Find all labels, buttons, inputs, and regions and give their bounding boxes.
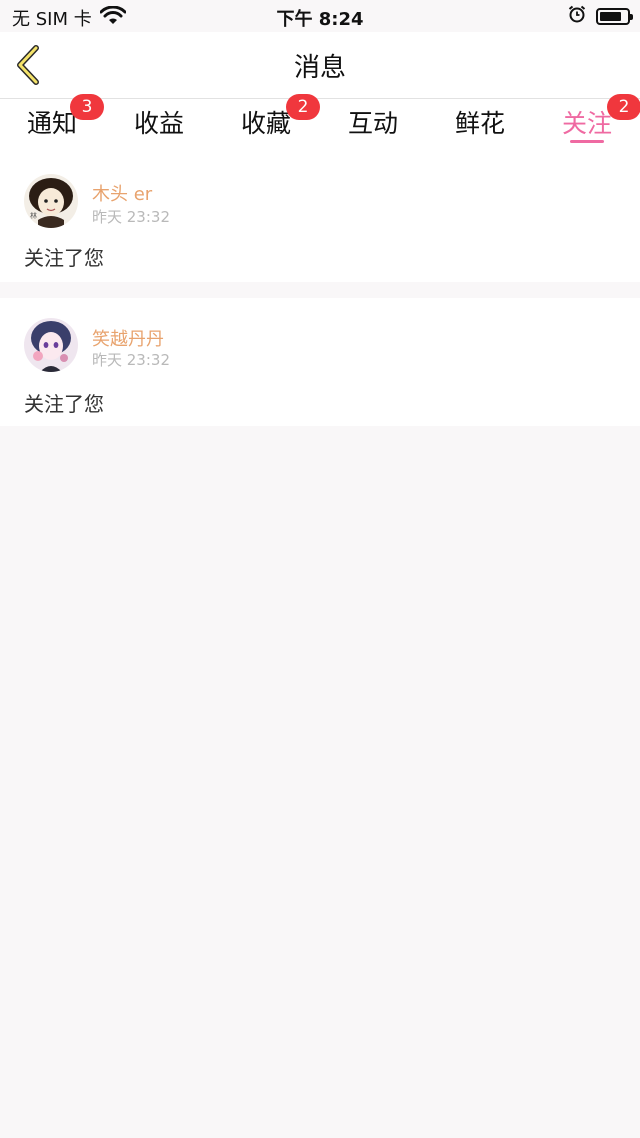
username[interactable]: 笑越丹丹 [92, 325, 164, 351]
tab-label: 收益 [133, 109, 184, 138]
tab-badge: 3 [70, 94, 104, 120]
battery-icon [596, 8, 633, 25]
page-title: 消息 [293, 53, 346, 83]
tab-interactions[interactable]: 互动 [333, 104, 413, 140]
username[interactable]: 木头 er [92, 180, 152, 206]
tab-label: 关注 [561, 109, 612, 138]
avatar[interactable] [24, 318, 78, 372]
status-bar: 无 SIM 卡 下午 8:24 [0, 0, 640, 32]
tab-badge: 2 [286, 94, 320, 120]
timestamp: 昨天 23:32 [92, 351, 170, 369]
tab-label: 收藏 [240, 109, 291, 138]
svg-text:林: 林 [30, 211, 37, 220]
list-item[interactable]: 笑越丹丹 昨天 23:32 关注了您 [0, 298, 640, 426]
status-right [568, 5, 633, 28]
list-item[interactable]: 林 木头 er 昨天 23:32 关注了您 [0, 152, 640, 282]
tab-flowers[interactable]: 鲜花 [440, 104, 520, 140]
active-tab-indicator [570, 140, 604, 143]
avatar[interactable]: 林 [24, 174, 78, 228]
tab-label: 鲜花 [454, 109, 505, 138]
tab-following[interactable]: 关注 2 [547, 94, 640, 140]
tab-bar: 通知 3 收益 收藏 2 互动 鲜花 关注 2 [0, 94, 640, 152]
tab-earnings[interactable]: 收益 [119, 104, 199, 140]
message-text: 关注了您 [24, 246, 104, 270]
tab-badge: 2 [607, 94, 640, 120]
status-time: 下午 8:24 [276, 9, 364, 30]
alarm-icon [568, 5, 586, 28]
message-text: 关注了您 [24, 392, 104, 416]
tab-label: 通知 [26, 109, 77, 138]
tab-label: 互动 [347, 109, 398, 138]
tab-favorites[interactable]: 收藏 2 [226, 94, 320, 140]
timestamp: 昨天 23:32 [92, 208, 170, 226]
tab-notifications[interactable]: 通知 3 [12, 94, 104, 140]
nav-bar: 消息 [0, 32, 640, 99]
